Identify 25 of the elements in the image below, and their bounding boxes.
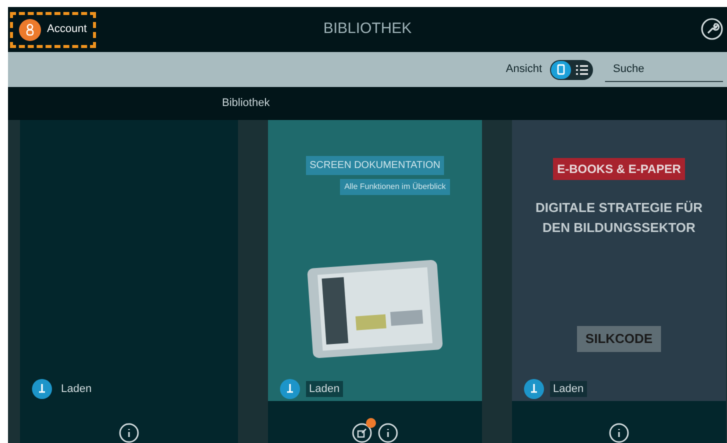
download-label[interactable]: Laden [306, 380, 343, 398]
share-icon[interactable] [352, 423, 372, 443]
account-button[interactable]: Account [10, 12, 96, 48]
info-icon[interactable] [378, 423, 398, 443]
cover-title: SCREEN DOKUMENTATION [306, 156, 444, 175]
view-toggle[interactable] [550, 60, 593, 80]
cover-brand: SILKCODE [577, 326, 661, 352]
wrench-icon[interactable] [701, 18, 723, 40]
cover-subtitle: Alle Funktionen im Überblick [340, 179, 450, 195]
search-field[interactable]: Suche [605, 58, 723, 82]
cover-tag: E-BOOKS & E-PAPER [553, 158, 685, 180]
book-icon [557, 64, 565, 75]
list-icon [576, 64, 588, 74]
view-label: Ansicht [506, 62, 542, 78]
grid-view-button[interactable] [551, 60, 571, 78]
download-label[interactable]: Laden [550, 380, 587, 398]
info-icon[interactable] [609, 423, 629, 443]
notification-badge [366, 418, 376, 428]
cover-title: DIGITALE STRATEGIE FÜR DEN BILDUNGSSEKTOR [534, 199, 704, 237]
info-icon[interactable] [119, 423, 139, 443]
section-title: Bibliothek [222, 96, 270, 112]
page-title: BIBLIOTHEK [323, 19, 412, 40]
book-card[interactable]: E-BOOKS & E-PAPER DIGITALE STRATEGIE FÜR DEN BILDUNGSSEKTOR SILKCODE Laden [512, 120, 726, 443]
book-card[interactable]: Laden [20, 120, 238, 443]
book-card[interactable]: SCREEN DOKUMENTATION Alle Funktionen im Überblick Laden [268, 120, 482, 443]
